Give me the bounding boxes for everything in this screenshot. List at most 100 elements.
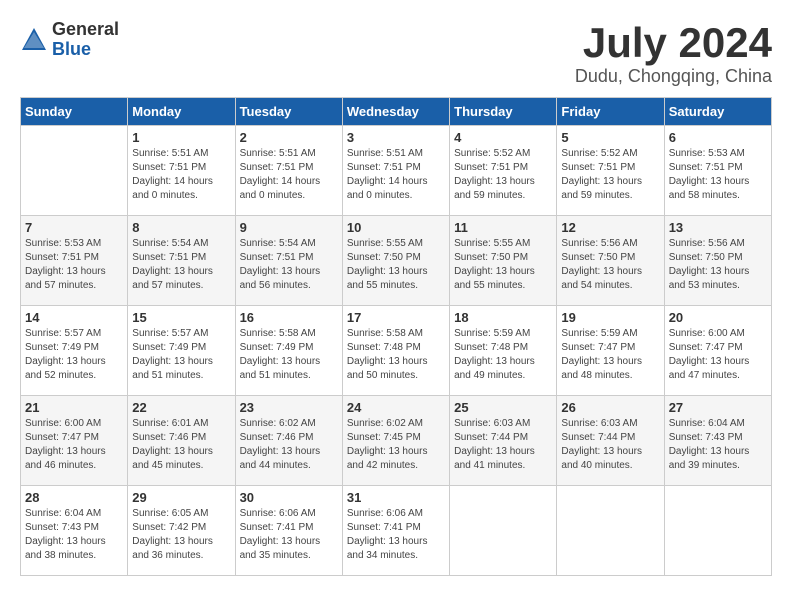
day-info: Sunrise: 6:03 AM Sunset: 7:44 PM Dayligh… [561, 417, 659, 473]
calendar-day-cell: 7 Sunrise: 5:53 AM Sunset: 7:51 PM Daylig… [21, 216, 128, 306]
day-info: Sunrise: 6:04 AM Sunset: 7:43 PM Dayligh… [669, 417, 767, 473]
day-number: 8 [132, 220, 230, 235]
calendar-day-cell: 14 Sunrise: 5:57 AM Sunset: 7:49 PM Dayli… [21, 306, 128, 396]
day-info: Sunrise: 5:56 AM Sunset: 7:50 PM Dayligh… [561, 237, 659, 293]
calendar-week-row: 14 Sunrise: 5:57 AM Sunset: 7:49 PM Dayli… [21, 306, 772, 396]
calendar-day-cell: 16 Sunrise: 5:58 AM Sunset: 7:49 PM Dayli… [235, 306, 342, 396]
day-number: 26 [561, 400, 659, 415]
day-number: 23 [240, 400, 338, 415]
calendar-day-cell: 6Sunrise: 5:53 AM Sunset: 7:51 PM Daylig… [664, 126, 771, 216]
day-info: Sunrise: 5:52 AM Sunset: 7:51 PM Dayligh… [454, 147, 552, 203]
day-number: 31 [347, 490, 445, 505]
calendar-day-cell [557, 486, 664, 576]
day-number: 1 [132, 130, 230, 145]
day-info: Sunrise: 6:01 AM Sunset: 7:46 PM Dayligh… [132, 417, 230, 473]
calendar-day-cell: 2 Sunrise: 5:51 AM Sunset: 7:51 PM Daylig… [235, 126, 342, 216]
day-number: 2 [240, 130, 338, 145]
day-number: 16 [240, 310, 338, 325]
calendar-day-cell: 19Sunrise: 5:59 AM Sunset: 7:47 PM Dayli… [557, 306, 664, 396]
location-title: Dudu, Chongqing, China [575, 66, 772, 87]
calendar-day-cell: 10Sunrise: 5:55 AM Sunset: 7:50 PM Dayli… [342, 216, 449, 306]
day-number: 30 [240, 490, 338, 505]
day-number: 22 [132, 400, 230, 415]
day-number: 3 [347, 130, 445, 145]
weekday-header-row: Sunday Monday Tuesday Wednesday Thursday… [21, 98, 772, 126]
calendar-day-cell: 30 Sunrise: 6:06 AM Sunset: 7:41 PM Dayli… [235, 486, 342, 576]
calendar-day-cell [664, 486, 771, 576]
logo-text: General Blue [52, 20, 119, 60]
day-number: 17 [347, 310, 445, 325]
calendar-day-cell: 9 Sunrise: 5:54 AM Sunset: 7:51 PM Daylig… [235, 216, 342, 306]
day-number: 7 [25, 220, 123, 235]
day-info: Sunrise: 5:52 AM Sunset: 7:51 PM Dayligh… [561, 147, 659, 203]
day-info: Sunrise: 5:59 AM Sunset: 7:47 PM Dayligh… [561, 327, 659, 383]
logo: General Blue [20, 20, 119, 60]
header-saturday: Saturday [664, 98, 771, 126]
day-info: Sunrise: 5:54 AM Sunset: 7:51 PM Dayligh… [240, 237, 338, 293]
header-thursday: Thursday [450, 98, 557, 126]
day-number: 5 [561, 130, 659, 145]
day-info: Sunrise: 5:57 AM Sunset: 7:49 PM Dayligh… [25, 327, 123, 383]
day-number: 14 [25, 310, 123, 325]
calendar-day-cell: 11 Sunrise: 5:55 AM Sunset: 7:50 PM Dayli… [450, 216, 557, 306]
day-info: Sunrise: 5:53 AM Sunset: 7:51 PM Dayligh… [25, 237, 123, 293]
calendar-week-row: 28 Sunrise: 6:04 AM Sunset: 7:43 PM Dayli… [21, 486, 772, 576]
day-info: Sunrise: 6:06 AM Sunset: 7:41 PM Dayligh… [347, 507, 445, 563]
day-info: Sunrise: 6:03 AM Sunset: 7:44 PM Dayligh… [454, 417, 552, 473]
day-info: Sunrise: 6:00 AM Sunset: 7:47 PM Dayligh… [669, 327, 767, 383]
day-info: Sunrise: 6:02 AM Sunset: 7:45 PM Dayligh… [347, 417, 445, 473]
calendar-day-cell: 18Sunrise: 5:59 AM Sunset: 7:48 PM Dayli… [450, 306, 557, 396]
logo-icon [20, 26, 48, 54]
day-number: 25 [454, 400, 552, 415]
day-number: 21 [25, 400, 123, 415]
day-number: 9 [240, 220, 338, 235]
calendar-day-cell: 22 Sunrise: 6:01 AM Sunset: 7:46 PM Dayli… [128, 396, 235, 486]
day-number: 13 [669, 220, 767, 235]
day-number: 4 [454, 130, 552, 145]
day-info: Sunrise: 5:55 AM Sunset: 7:50 PM Dayligh… [454, 237, 552, 293]
calendar-day-cell: 1 Sunrise: 5:51 AM Sunset: 7:51 PM Daylig… [128, 126, 235, 216]
header-friday: Friday [557, 98, 664, 126]
calendar-day-cell: 28 Sunrise: 6:04 AM Sunset: 7:43 PM Dayli… [21, 486, 128, 576]
calendar-day-cell: 23Sunrise: 6:02 AM Sunset: 7:46 PM Dayli… [235, 396, 342, 486]
day-number: 27 [669, 400, 767, 415]
day-info: Sunrise: 5:57 AM Sunset: 7:49 PM Dayligh… [132, 327, 230, 383]
logo-general: General [52, 20, 119, 40]
calendar-day-cell: 29Sunrise: 6:05 AM Sunset: 7:42 PM Dayli… [128, 486, 235, 576]
calendar-day-cell: 15 Sunrise: 5:57 AM Sunset: 7:49 PM Dayli… [128, 306, 235, 396]
day-number: 24 [347, 400, 445, 415]
calendar-day-cell: 21Sunrise: 6:00 AM Sunset: 7:47 PM Dayli… [21, 396, 128, 486]
calendar-day-cell [21, 126, 128, 216]
title-area: July 2024 Dudu, Chongqing, China [575, 20, 772, 87]
calendar-day-cell: 13Sunrise: 5:56 AM Sunset: 7:50 PM Dayli… [664, 216, 771, 306]
calendar-day-cell: 8Sunrise: 5:54 AM Sunset: 7:51 PM Daylig… [128, 216, 235, 306]
day-number: 11 [454, 220, 552, 235]
day-info: Sunrise: 5:58 AM Sunset: 7:49 PM Dayligh… [240, 327, 338, 383]
calendar-day-cell: 26 Sunrise: 6:03 AM Sunset: 7:44 PM Dayli… [557, 396, 664, 486]
calendar-day-cell: 27 Sunrise: 6:04 AM Sunset: 7:43 PM Dayli… [664, 396, 771, 486]
calendar-day-cell: 20Sunrise: 6:00 AM Sunset: 7:47 PM Dayli… [664, 306, 771, 396]
header-wednesday: Wednesday [342, 98, 449, 126]
day-number: 28 [25, 490, 123, 505]
day-info: Sunrise: 5:51 AM Sunset: 7:51 PM Dayligh… [347, 147, 445, 203]
calendar-week-row: 21Sunrise: 6:00 AM Sunset: 7:47 PM Dayli… [21, 396, 772, 486]
calendar-day-cell [450, 486, 557, 576]
day-info: Sunrise: 5:51 AM Sunset: 7:51 PM Dayligh… [240, 147, 338, 203]
day-info: Sunrise: 5:53 AM Sunset: 7:51 PM Dayligh… [669, 147, 767, 203]
header-tuesday: Tuesday [235, 98, 342, 126]
calendar-day-cell: 31 Sunrise: 6:06 AM Sunset: 7:41 PM Dayli… [342, 486, 449, 576]
day-info: Sunrise: 5:58 AM Sunset: 7:48 PM Dayligh… [347, 327, 445, 383]
month-title: July 2024 [575, 20, 772, 66]
day-info: Sunrise: 6:04 AM Sunset: 7:43 PM Dayligh… [25, 507, 123, 563]
day-number: 15 [132, 310, 230, 325]
calendar-day-cell: 4 Sunrise: 5:52 AM Sunset: 7:51 PM Daylig… [450, 126, 557, 216]
day-number: 10 [347, 220, 445, 235]
logo-blue: Blue [52, 40, 119, 60]
calendar-week-row: 7 Sunrise: 5:53 AM Sunset: 7:51 PM Daylig… [21, 216, 772, 306]
day-info: Sunrise: 5:51 AM Sunset: 7:51 PM Dayligh… [132, 147, 230, 203]
day-number: 29 [132, 490, 230, 505]
calendar-day-cell: 5 Sunrise: 5:52 AM Sunset: 7:51 PM Daylig… [557, 126, 664, 216]
header-sunday: Sunday [21, 98, 128, 126]
day-info: Sunrise: 6:06 AM Sunset: 7:41 PM Dayligh… [240, 507, 338, 563]
calendar-day-cell: 25 Sunrise: 6:03 AM Sunset: 7:44 PM Dayli… [450, 396, 557, 486]
